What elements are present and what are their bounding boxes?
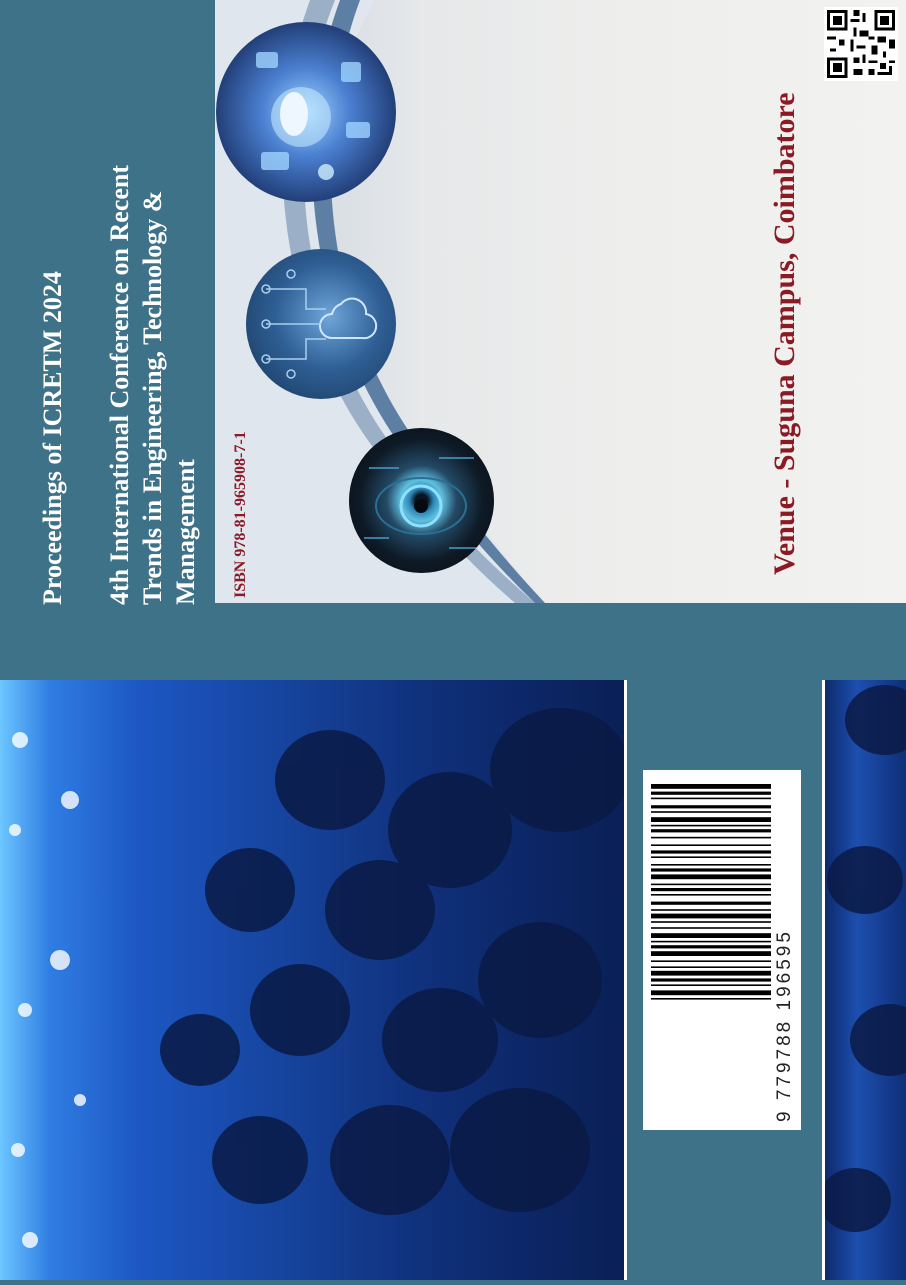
cyber-eye-image [349,428,494,573]
isbn-label: ISBN 978-81-965908-7-1 [232,431,249,598]
robot-ai-image [216,22,396,202]
conference-title-line: Management [171,459,200,605]
crowd-photo [0,680,630,1280]
photo-divider-line [624,680,627,1280]
crowd-photo-strip [819,680,906,1280]
conference-title: 4th International Conference on Recent T… [103,65,202,605]
proceedings-title: Proceedings of ICRETM 2024 [38,271,67,605]
circuit-cloud-image [246,249,396,399]
conference-title-line: 4th International Conference on Recent [105,164,134,605]
venue-label: Venue - Suguna Campus, Coimbatore [768,92,801,575]
qr-code-icon [824,7,898,81]
barcode-number: 9 779788 196595 [774,929,795,1122]
conference-title-line: Trends in Engineering, Technology & [138,190,167,605]
